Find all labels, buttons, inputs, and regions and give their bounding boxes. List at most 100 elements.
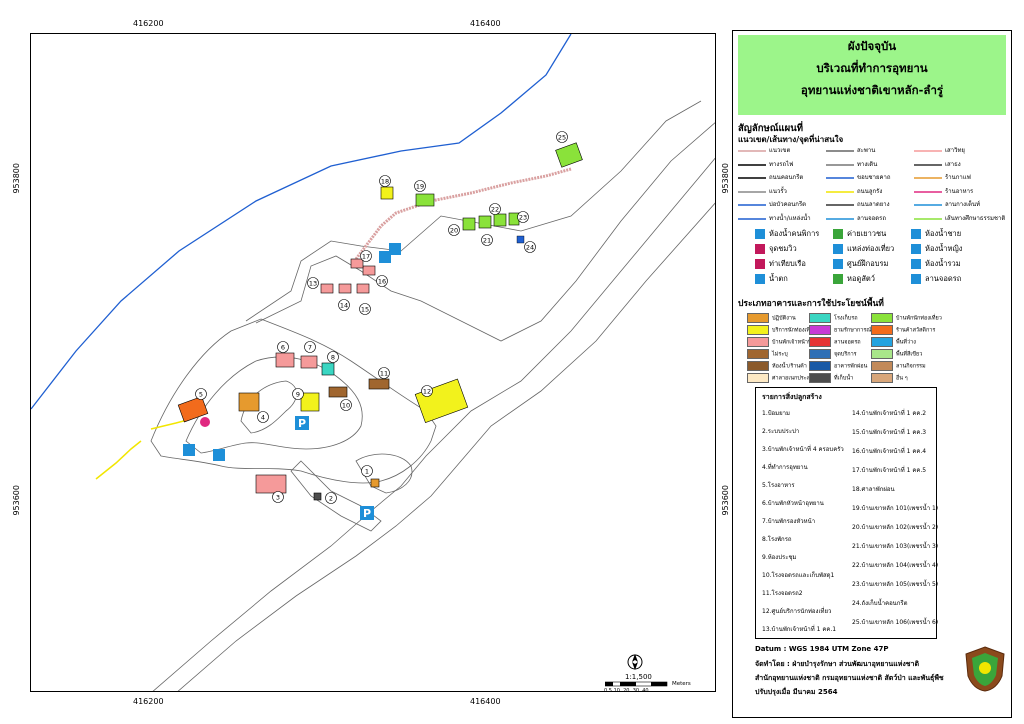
- poi-symbol-icon: [833, 229, 843, 239]
- building-4[interactable]: [238, 392, 260, 412]
- line-symbol-swatch: [738, 190, 766, 193]
- line-symbol-swatch: [738, 150, 766, 152]
- line-symbol-swatch: [826, 204, 854, 206]
- building-type-label: พื้นที่สีเขียว: [896, 351, 923, 358]
- line-symbol-swatch: [738, 204, 766, 206]
- line-symbol-label: ลานกางเต็นท์: [945, 201, 981, 208]
- poi-symbol: ท่าเทียบเรือ: [755, 259, 806, 269]
- building-type-label: ห้องน้ำ/ร้านค้า: [772, 363, 807, 370]
- department-emblem-icon: [965, 646, 1005, 692]
- building-number-label: 1: [365, 468, 369, 476]
- title-line-3: อุทยานแห่งชาติเขาหลัก-ลำรู่: [800, 83, 944, 97]
- building-19[interactable]: [415, 193, 435, 207]
- line-symbol-label: ลานจอดรถ: [857, 214, 887, 222]
- poi-symbol-label: ห้องน้ำรวม: [925, 259, 961, 268]
- building-3[interactable]: [255, 474, 287, 494]
- line-symbol-swatch: [914, 150, 942, 152]
- building-number-label: 16: [378, 278, 386, 286]
- building-13[interactable]: [320, 283, 334, 294]
- building-number-label: 10: [342, 402, 350, 410]
- building-11[interactable]: [368, 378, 390, 390]
- grid-label-top-1: 416200: [133, 19, 164, 28]
- line-symbol-label: ทางรถไฟ: [769, 160, 794, 168]
- building-1[interactable]: [370, 478, 380, 488]
- line-symbol: ทางน้ำ/แหล่งน้ำ: [738, 215, 811, 224]
- building-number-label: 3: [276, 494, 280, 502]
- building-list-item: 20.บ้านเขาหลัก 102(เพชรน้ำ 2): [852, 524, 939, 531]
- building-number-label: 4: [261, 414, 265, 422]
- restroom-icon: [213, 449, 225, 461]
- line-symbol: ทางรถไฟ: [738, 161, 793, 170]
- line-symbol-label: ถนนคอนกรีต: [769, 174, 804, 181]
- building-15[interactable]: [356, 283, 370, 294]
- poi-symbol-icon: [833, 244, 843, 254]
- poi-symbol: น้ำตก: [755, 274, 788, 284]
- building-list-item: 8.โรงพักรถ: [762, 536, 792, 543]
- building-list-item: 17.บ้านพักเจ้าหน้าที่ 1 คค.5: [852, 467, 927, 474]
- building-list-item: 23.บ้านเขาหลัก 105(เพชรน้ำ 5): [852, 581, 939, 588]
- building-type-swatch: [871, 337, 893, 347]
- line-symbol-swatch: [914, 190, 942, 193]
- building-20[interactable]: [462, 217, 476, 231]
- building-number-label: 9: [296, 391, 300, 399]
- poi-symbol-label: จุดชมวิว: [769, 244, 797, 253]
- building-list-heading: รายการสิ่งปลูกสร้าง: [762, 393, 822, 401]
- building-9[interactable]: [300, 392, 320, 412]
- building-16[interactable]: [362, 265, 376, 276]
- building-12[interactable]: [414, 378, 469, 424]
- building-type: จุดบริการ: [809, 349, 857, 360]
- building-24[interactable]: [516, 235, 525, 244]
- building-14[interactable]: [338, 283, 352, 294]
- site-map[interactable]: P P 123456 7891011121314 15161718192021222…: [31, 34, 716, 692]
- poi-symbol-label: ห้องน้ำคนพิการ: [769, 229, 820, 238]
- building-type-swatch: [871, 373, 893, 383]
- building-25[interactable]: [555, 142, 583, 168]
- building-number-label: 19: [416, 183, 424, 191]
- building-list-item: 3.บ้านพักเจ้าหน้าที่ 4 ครอบครัว: [762, 446, 844, 453]
- line-symbol-swatch: [738, 177, 766, 179]
- line-symbol: เสาวิทยุ: [914, 147, 965, 156]
- map-frame[interactable]: P P 1 2 3 4 5 6 7 8 9 10 11 12 13 14 15 16 17 18 19 20 21 22 2…: [30, 33, 716, 692]
- poi-symbol-label: ค่ายเยาวชน: [847, 229, 887, 238]
- poi-symbol: ลานจอดรถ: [911, 274, 961, 284]
- building-list-item: 7.บ้านพักรองหัวหน้า: [762, 518, 816, 525]
- building-list-box: รายการสิ่งปลูกสร้าง 1.ป้อมยาม 2.ระบบประปา…: [755, 387, 939, 639]
- parking-label: P: [363, 507, 371, 520]
- building-type: ลานกิจกรรม: [871, 361, 926, 372]
- line-symbol: แนวรั้ว: [738, 188, 787, 197]
- building-18[interactable]: [380, 186, 394, 200]
- building-10[interactable]: [328, 386, 348, 398]
- building-number-label: 20: [450, 227, 458, 235]
- building-6[interactable]: [275, 352, 295, 368]
- restroom-icon: [389, 243, 401, 255]
- building-7[interactable]: [300, 355, 318, 369]
- title-line-2: บริเวณที่ทำการอุทยาน: [816, 61, 928, 75]
- building-list-item: 16.บ้านพักเจ้าหน้าที่ 1 คค.4: [852, 448, 927, 455]
- poi-symbol-label: ท่าเทียบเรือ: [769, 259, 806, 268]
- scale-ticks: 0 5 10 20 30 40: [604, 688, 649, 694]
- building-type: ศาลาอเนกประสงค์: [747, 373, 816, 384]
- building-type-label: บ้านพักนักท่องเที่ยว: [896, 315, 942, 322]
- building-type: ลานจอดรถ: [809, 337, 861, 348]
- line-symbol-swatch: [914, 217, 942, 220]
- building-21[interactable]: [478, 215, 492, 229]
- building-list-item: 15.บ้านพักเจ้าหน้าที่ 1 คค.3: [852, 429, 927, 436]
- building-type-swatch: [809, 337, 831, 347]
- building-number-label: 14: [340, 302, 348, 310]
- building-type: ห้องน้ำ/ร้านค้า: [747, 361, 807, 372]
- line-symbol-swatch: [826, 177, 854, 179]
- line-symbol-swatch: [738, 217, 766, 220]
- scale-unit: Meters: [672, 681, 691, 687]
- building-2[interactable]: [313, 492, 322, 501]
- building-list-item: 24.ถังเก็บน้ำคอนกรีต: [852, 600, 908, 607]
- yellow-laterite-road: [95, 440, 142, 480]
- building-type: โรงเก็บรถ: [809, 313, 858, 324]
- building-type: อื่น ๆ: [871, 373, 908, 384]
- building-type: ที่เก็บน้ำ: [809, 373, 853, 384]
- building-22[interactable]: [493, 213, 507, 227]
- datum-text: Datum : WGS 1984 UTM Zone 47P: [755, 645, 889, 653]
- building-8[interactable]: [321, 362, 335, 376]
- building-list-item: 18.ศาลาพักผ่อน: [852, 486, 895, 493]
- poi-symbol-icon: [755, 244, 765, 254]
- building-23[interactable]: [508, 212, 520, 226]
